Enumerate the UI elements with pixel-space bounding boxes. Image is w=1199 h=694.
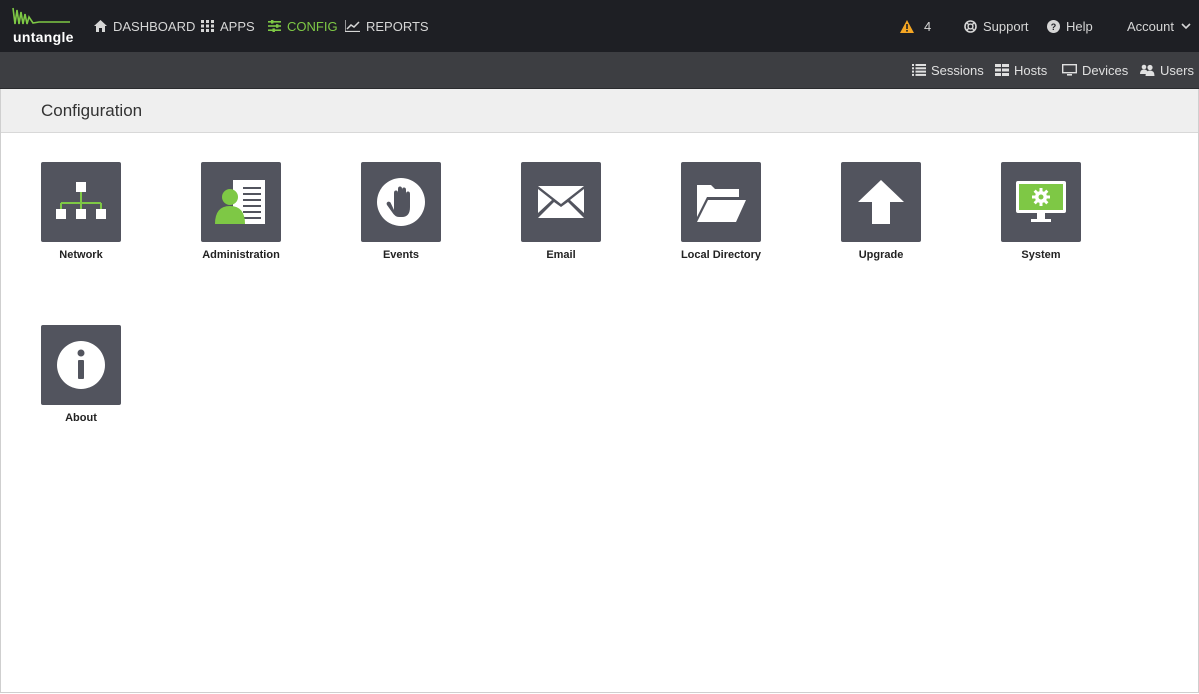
tile-administration[interactable]: Administration: [181, 162, 301, 261]
top-navbar: untangle DASHBOARD APPS CONFIG REPORTS 4: [0, 0, 1199, 52]
alert-count: 4: [924, 18, 932, 34]
panel-header: Configuration: [1, 89, 1198, 133]
tile-upgrade-label: Upgrade: [858, 249, 904, 261]
tile-events-box[interactable]: [361, 162, 441, 242]
tile-local-directory-label: Local Directory: [680, 249, 762, 261]
sessions-link[interactable]: Sessions: [912, 52, 984, 88]
tile-administration-box[interactable]: [201, 162, 281, 242]
support-label: Support: [983, 18, 1029, 34]
nav-reports-label: REPORTS: [366, 18, 429, 34]
home-icon: [94, 20, 107, 32]
table-icon: [995, 64, 1009, 76]
alerts-button[interactable]: 4: [900, 0, 931, 52]
hand-icon: [377, 178, 425, 226]
users-link[interactable]: Users: [1140, 52, 1194, 88]
tile-network-label: Network: [59, 249, 103, 261]
untangle-logo[interactable]: untangle: [12, 6, 74, 46]
tile-about-box[interactable]: [41, 325, 121, 405]
hosts-link[interactable]: Hosts: [995, 52, 1047, 88]
list-icon: [912, 64, 926, 76]
nav-apps[interactable]: APPS: [201, 0, 255, 52]
tile-system[interactable]: System: [981, 162, 1101, 261]
arrow-up-icon: [858, 180, 904, 224]
grid-icon: [201, 20, 214, 32]
monitor-icon: [1062, 64, 1077, 76]
info-icon: [57, 341, 105, 389]
tile-about[interactable]: About: [21, 325, 141, 424]
users-icon: [1140, 64, 1155, 76]
nav-apps-label: APPS: [220, 18, 255, 34]
page-title: Configuration: [41, 101, 143, 120]
nav-dashboard[interactable]: DASHBOARD: [94, 0, 195, 52]
tile-system-label: System: [1021, 249, 1061, 261]
support-link[interactable]: Support: [964, 0, 1029, 52]
warning-icon: [900, 19, 914, 33]
chart-icon: [345, 20, 360, 32]
nav-config-label: CONFIG: [287, 18, 338, 34]
tile-network-box[interactable]: [41, 162, 121, 242]
question-icon: ?: [1047, 19, 1060, 33]
tile-email[interactable]: Email: [501, 162, 621, 261]
chevron-down-icon: [1181, 22, 1191, 29]
users-label: Users: [1160, 62, 1194, 78]
tile-upgrade-box[interactable]: [841, 162, 921, 242]
tile-email-label: Email: [546, 249, 576, 261]
tile-email-box[interactable]: [521, 162, 601, 242]
secondary-navbar: Sessions Hosts Devices Users: [0, 52, 1199, 89]
sliders-icon: [268, 20, 281, 32]
tile-about-label: About: [65, 412, 97, 424]
system-icon: [1016, 181, 1066, 222]
sessions-label: Sessions: [931, 62, 984, 78]
logo-wave-icon: [12, 7, 70, 25]
nav-dashboard-label: DASHBOARD: [113, 18, 196, 34]
folder-icon: [697, 185, 746, 222]
account-label: Account: [1127, 18, 1174, 34]
tile-local-directory-box[interactable]: [681, 162, 761, 242]
lifebuoy-icon: [964, 19, 977, 33]
tile-upgrade[interactable]: Upgrade: [821, 162, 941, 261]
devices-link[interactable]: Devices: [1062, 52, 1128, 88]
tile-administration-label: Administration: [202, 249, 280, 261]
tile-system-box[interactable]: [1001, 162, 1081, 242]
nav-reports[interactable]: REPORTS: [345, 0, 429, 52]
tile-network[interactable]: Network: [21, 162, 141, 261]
logo-text: untangle: [13, 29, 74, 45]
tile-events-label: Events: [382, 249, 420, 261]
envelope-icon: [538, 186, 584, 218]
hosts-label: Hosts: [1014, 62, 1048, 78]
svg-text:?: ?: [1051, 22, 1057, 32]
tile-local-directory[interactable]: Local Directory: [661, 162, 781, 261]
help-link[interactable]: ? Help: [1047, 0, 1093, 52]
network-icon: [56, 182, 106, 219]
account-menu[interactable]: Account: [1127, 0, 1191, 52]
help-label: Help: [1066, 18, 1093, 34]
devices-label: Devices: [1082, 62, 1129, 78]
nav-config[interactable]: CONFIG: [268, 0, 338, 52]
configuration-panel: Configuration Network Administration Eve…: [0, 89, 1199, 693]
admin-icon: [215, 180, 265, 224]
tile-events[interactable]: Events: [341, 162, 461, 261]
